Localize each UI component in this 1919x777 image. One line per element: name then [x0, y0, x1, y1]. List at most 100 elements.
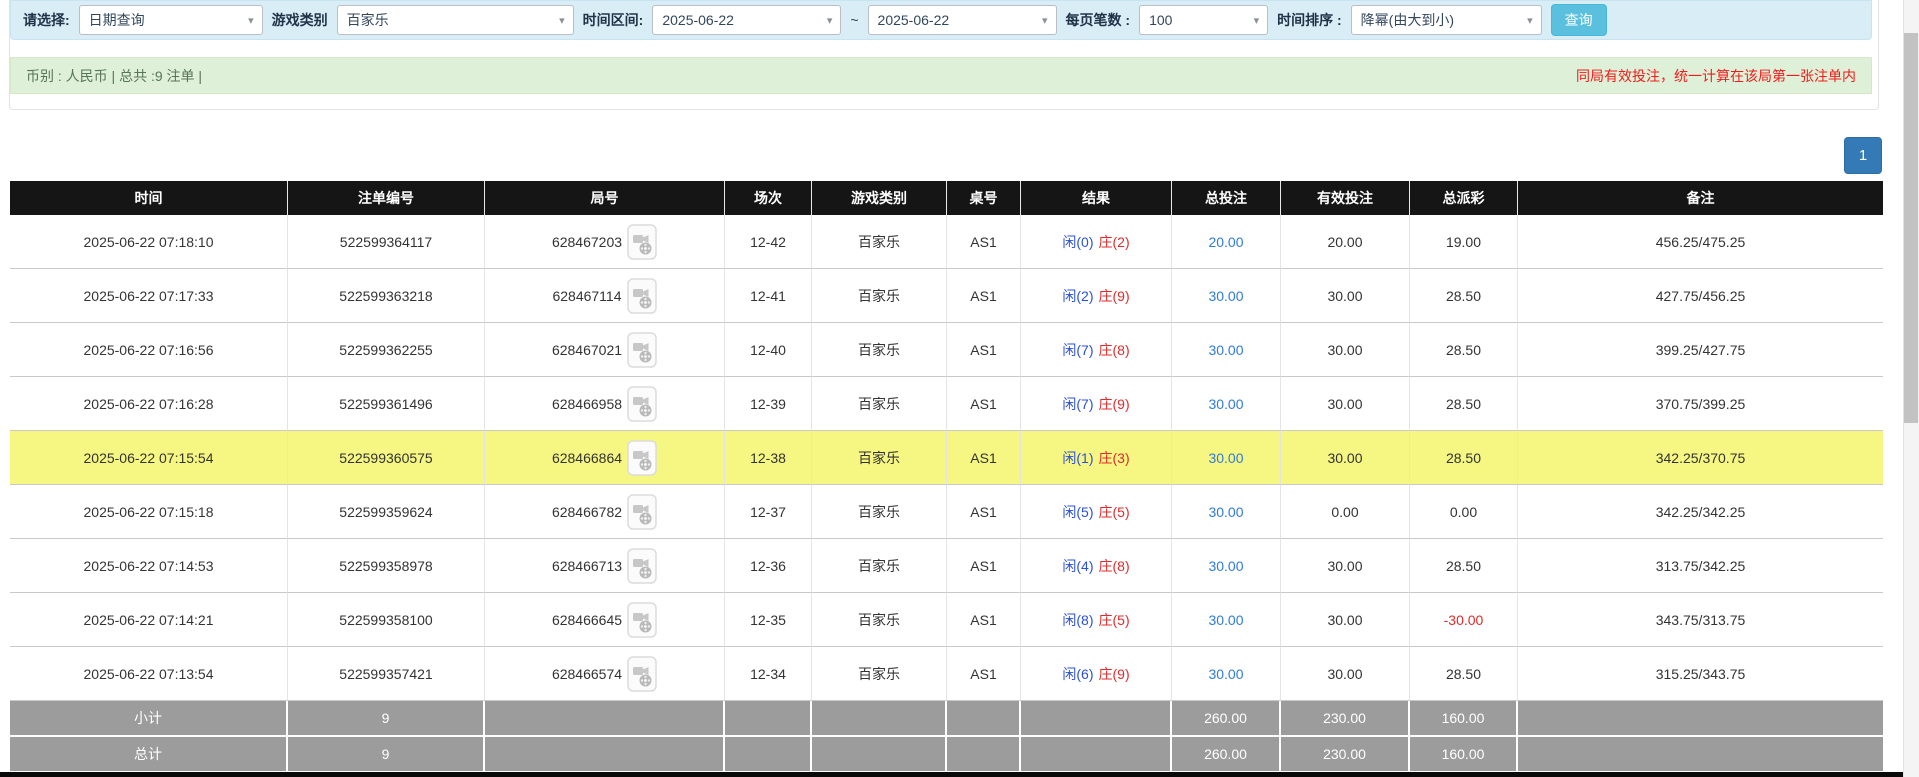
result-player: 闲(7): [1062, 340, 1093, 360]
cell-bet-number: 522599358100: [288, 593, 485, 647]
round-number: 628466864: [552, 450, 622, 466]
chevron-down-icon: ▾: [827, 14, 833, 27]
subtotal-total-bet: 260.00: [1172, 701, 1281, 737]
cell-session: 12-37: [725, 485, 812, 539]
result-player: 闲(1): [1062, 448, 1093, 468]
cell-total-bet[interactable]: 30.00: [1172, 485, 1281, 539]
total-payout: 160.00: [1410, 737, 1518, 773]
cell-session: 12-38: [725, 431, 812, 485]
cell-time: 2025-06-22 07:17:33: [10, 269, 288, 323]
cell-valid-bet: 0.00: [1281, 485, 1410, 539]
subtotal-label: 小计: [10, 701, 288, 737]
cell-round-number: 628467114: [485, 269, 725, 323]
date-to-select[interactable]: 2025-06-22 ▾: [868, 5, 1057, 35]
cell-total-bet[interactable]: 30.00: [1172, 593, 1281, 647]
cell-game-category: 百家乐: [812, 323, 947, 377]
empty-cell: [947, 737, 1021, 773]
page-size-select[interactable]: 100 ▾: [1139, 5, 1268, 35]
cell-table-number: AS1: [947, 431, 1021, 485]
empty-cell: [812, 701, 947, 737]
notice-text: 同局有效投注，统一计算在该局第一张注单内: [1576, 66, 1856, 86]
cell-payout: -30.00: [1410, 593, 1518, 647]
video-replay-icon[interactable]: [627, 656, 657, 692]
cell-bet-number: 522599364117: [288, 215, 485, 269]
round-number: 628466574: [552, 666, 622, 682]
video-replay-icon[interactable]: [627, 602, 657, 638]
cell-total-bet[interactable]: 30.00: [1172, 647, 1281, 701]
table-row: 2025-06-22 07:15:54 522599360575 6284668…: [10, 431, 1883, 485]
total-valid-bet: 230.00: [1281, 737, 1410, 773]
cell-table-number: AS1: [947, 593, 1021, 647]
cell-table-number: AS1: [947, 323, 1021, 377]
subtotal-valid-bet: 230.00: [1281, 701, 1410, 737]
date-from-select[interactable]: 2025-06-22 ▾: [652, 5, 841, 35]
bet-records-table: 时间 注单编号 局号 场次 游戏类别 桌号 结果 总投注 有效投注 总派彩 备注…: [10, 181, 1883, 773]
page-size-value: 100: [1149, 12, 1172, 28]
result-banker: 庄(8): [1099, 556, 1130, 576]
video-replay-icon[interactable]: [627, 332, 657, 368]
col-header-valid-bet: 有效投注: [1281, 181, 1410, 215]
cell-remark: 427.75/456.25: [1518, 269, 1883, 323]
cell-result: 闲(5) 庄(5): [1021, 485, 1172, 539]
video-replay-icon[interactable]: [627, 278, 657, 314]
tilde-separator: ~: [850, 12, 858, 28]
cell-total-bet[interactable]: 30.00: [1172, 323, 1281, 377]
empty-cell: [725, 701, 812, 737]
cell-payout: 28.50: [1410, 539, 1518, 593]
cell-payout: 28.50: [1410, 377, 1518, 431]
search-button[interactable]: 查询: [1551, 4, 1607, 36]
round-number: 628466782: [552, 504, 622, 520]
chevron-down-icon: ▾: [248, 14, 254, 27]
vertical-scrollbar-thumb[interactable]: [1904, 33, 1918, 423]
cell-bet-number: 522599361496: [288, 377, 485, 431]
empty-cell: [812, 737, 947, 773]
cell-time: 2025-06-22 07:14:21: [10, 593, 288, 647]
cell-valid-bet: 30.00: [1281, 323, 1410, 377]
col-header-time: 时间: [10, 181, 288, 215]
game-category-select[interactable]: 百家乐 ▾: [337, 5, 574, 35]
cell-remark: 370.75/399.25: [1518, 377, 1883, 431]
cell-total-bet[interactable]: 30.00: [1172, 377, 1281, 431]
col-header-payout: 总派彩: [1410, 181, 1518, 215]
chevron-down-icon: ▾: [1254, 14, 1260, 27]
cell-round-number: 628467203: [485, 215, 725, 269]
result-player: 闲(0): [1062, 232, 1093, 252]
cell-total-bet[interactable]: 30.00: [1172, 539, 1281, 593]
cell-remark: 342.25/370.75: [1518, 431, 1883, 485]
round-number: 628466645: [552, 612, 622, 628]
video-replay-icon[interactable]: [627, 386, 657, 422]
cell-remark: 313.75/342.25: [1518, 539, 1883, 593]
cell-game-category: 百家乐: [812, 593, 947, 647]
cell-bet-number: 522599362255: [288, 323, 485, 377]
cell-total-bet[interactable]: 30.00: [1172, 269, 1281, 323]
table-row: 2025-06-22 07:18:10 522599364117 6284672…: [10, 215, 1883, 269]
col-header-bet-number: 注单编号: [288, 181, 485, 215]
total-label: 总计: [10, 737, 288, 773]
chevron-down-icon: ▾: [559, 14, 565, 27]
table-header-row: 时间 注单编号 局号 场次 游戏类别 桌号 结果 总投注 有效投注 总派彩 备注: [10, 181, 1883, 215]
video-replay-icon[interactable]: [627, 548, 657, 584]
cell-payout: 19.00: [1410, 215, 1518, 269]
query-type-select[interactable]: 日期查询 ▾: [79, 5, 263, 35]
round-number: 628467114: [552, 288, 621, 304]
cell-round-number: 628466864: [485, 431, 725, 485]
empty-cell: [485, 737, 725, 773]
cell-valid-bet: 20.00: [1281, 215, 1410, 269]
result-player: 闲(2): [1062, 286, 1093, 306]
summary-bar: 币别 : 人民币 | 总共 :9 注单 | 同局有效投注，统一计算在该局第一张注…: [10, 57, 1872, 94]
result-player: 闲(8): [1062, 610, 1093, 630]
query-type-label: 请选择:: [23, 10, 70, 30]
result-player: 闲(5): [1062, 502, 1093, 522]
cell-result: 闲(0) 庄(2): [1021, 215, 1172, 269]
video-replay-icon[interactable]: [627, 440, 657, 476]
video-replay-icon[interactable]: [627, 224, 657, 260]
page-size-label: 每页笔数 :: [1066, 10, 1131, 30]
table-row: 2025-06-22 07:16:56 522599362255 6284670…: [10, 323, 1883, 377]
video-replay-icon[interactable]: [627, 494, 657, 530]
time-sort-select[interactable]: 降幂(由大到小) ▾: [1351, 5, 1542, 35]
page-1-button[interactable]: 1: [1844, 137, 1882, 174]
result-banker: 庄(9): [1099, 664, 1130, 684]
cell-total-bet[interactable]: 30.00: [1172, 431, 1281, 485]
cell-total-bet[interactable]: 20.00: [1172, 215, 1281, 269]
cell-table-number: AS1: [947, 269, 1021, 323]
